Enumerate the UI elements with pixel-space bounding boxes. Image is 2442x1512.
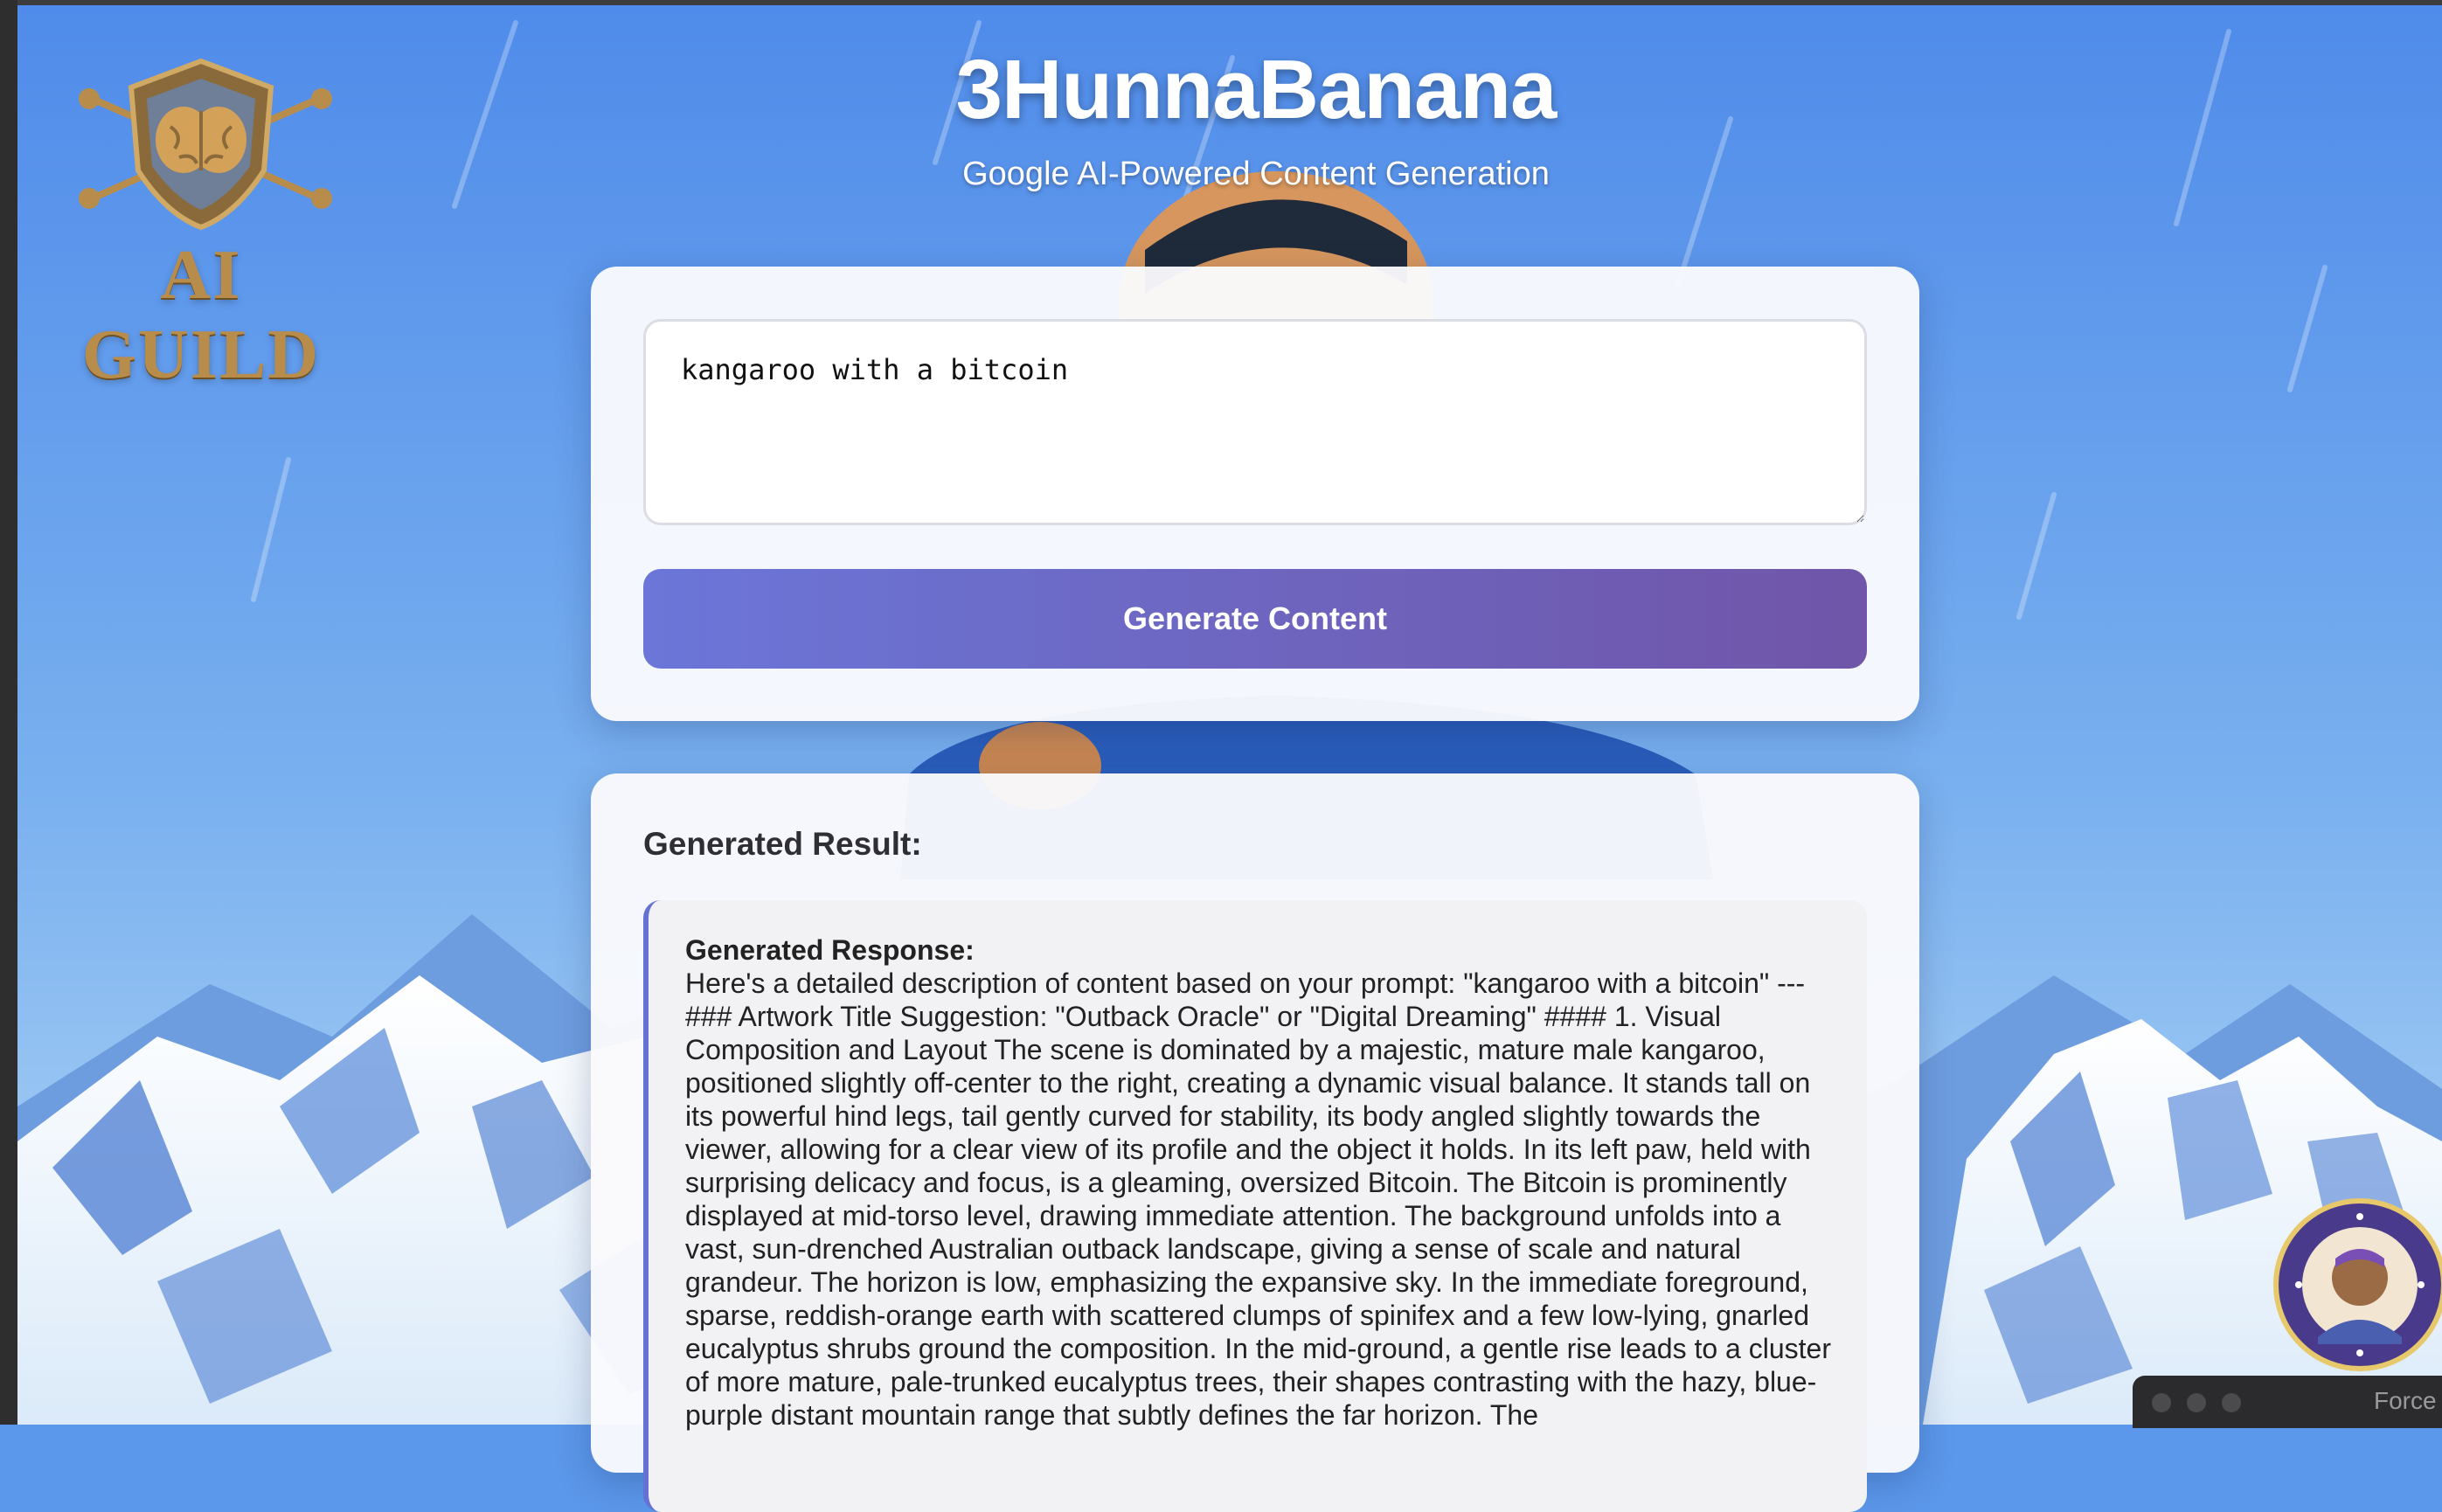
- logo-text: AI GUILD: [81, 237, 321, 393]
- result-content-box: Generated Response: Here's a detailed de…: [643, 900, 1867, 1512]
- page-title: 3HunnaBanana: [955, 43, 1557, 136]
- floating-window-tab[interactable]: Force: [2133, 1376, 2442, 1428]
- page-subtitle: Google AI-Powered Content Generation: [962, 156, 1550, 192]
- response-label: Generated Response:: [685, 934, 975, 966]
- generate-content-button[interactable]: Generate Content: [643, 569, 1867, 669]
- window-left-edge: [0, 0, 17, 1425]
- window-minimize-dot[interactable]: [2187, 1393, 2206, 1412]
- result-card: Generated Result: Generated Response: He…: [591, 773, 1919, 1512]
- prompt-card: Generate Content: [591, 267, 1919, 721]
- prompt-input[interactable]: [643, 319, 1867, 525]
- window-label: Force: [2374, 1387, 2437, 1414]
- window-close-dot[interactable]: [2152, 1393, 2171, 1412]
- community-badge-icon: [2273, 1198, 2442, 1371]
- result-heading: Generated Result:: [643, 826, 922, 862]
- community-badge: [2272, 1197, 2442, 1372]
- window-zoom-dot[interactable]: [2222, 1393, 2241, 1412]
- window-top-edge: [0, 0, 2442, 5]
- response-text: Here's a detailed description of content…: [685, 968, 1831, 1431]
